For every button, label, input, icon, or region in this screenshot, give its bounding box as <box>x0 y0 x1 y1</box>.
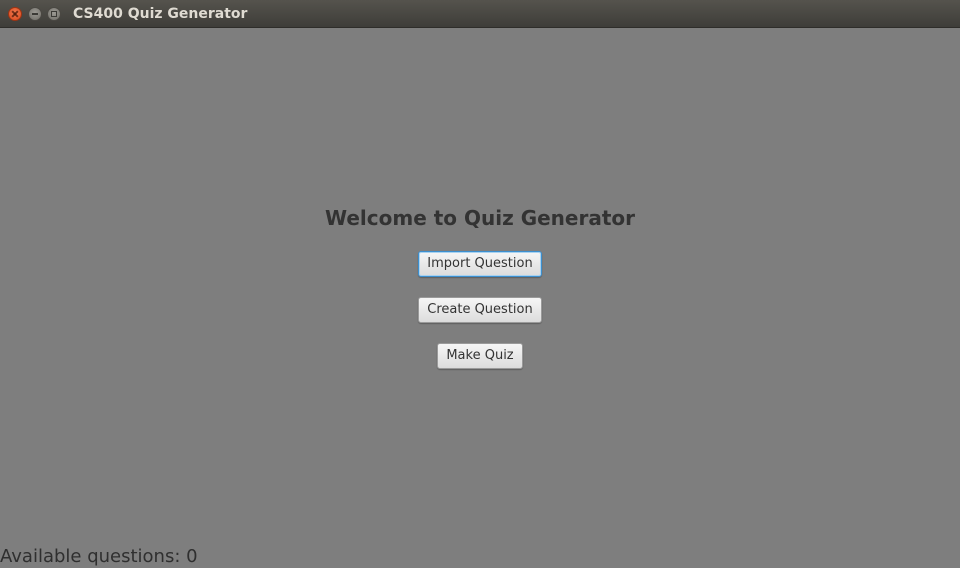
close-icon[interactable] <box>8 7 22 21</box>
page-title: Welcome to Quiz Generator <box>325 206 635 230</box>
title-bar[interactable]: CS400 Quiz Generator <box>0 0 960 28</box>
import-question-button[interactable]: Import Question <box>418 251 542 277</box>
make-quiz-button[interactable]: Make Quiz <box>437 343 523 369</box>
app-window: CS400 Quiz Generator Welcome to Quiz Gen… <box>0 0 960 568</box>
available-questions-label: Available questions: 0 <box>0 546 198 567</box>
window-title: CS400 Quiz Generator <box>73 6 248 22</box>
create-question-button[interactable]: Create Question <box>418 297 542 323</box>
minimize-icon[interactable] <box>28 7 42 21</box>
maximize-icon[interactable] <box>47 7 61 21</box>
